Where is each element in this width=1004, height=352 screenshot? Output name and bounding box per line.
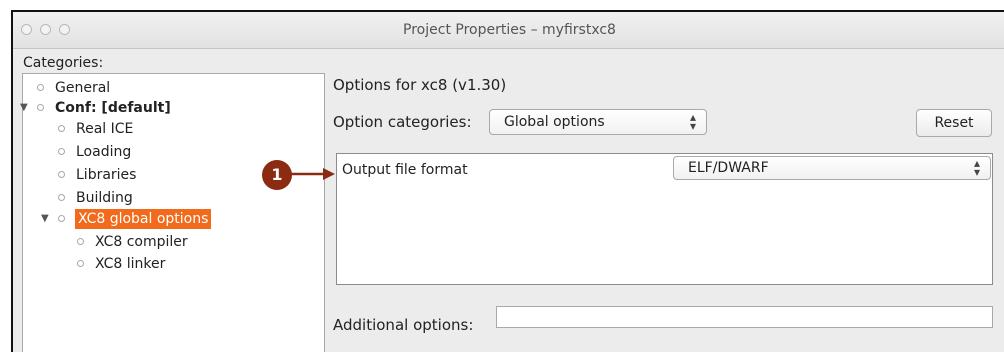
output-file-format-select[interactable]: ELF/DWARF ▴ ▾ [673, 156, 991, 180]
options-panel: Output file format ELF/DWARF ▴ ▾ [336, 153, 993, 285]
reset-button[interactable]: Reset [916, 109, 992, 137]
expanded-triangle-icon[interactable]: ▼ [20, 98, 28, 118]
node-bullet-icon [58, 215, 65, 222]
node-bullet-icon [77, 238, 84, 245]
project-properties-window: Project Properties – myfirstxc8 Categori… [11, 10, 1004, 352]
option-categories-value: Global options [504, 114, 605, 130]
additional-options-label: Additional options: [333, 316, 474, 334]
node-bullet-icon [58, 125, 65, 132]
callout-arrow-icon [289, 168, 335, 180]
output-file-format-label: Output file format [342, 162, 468, 178]
node-bullet-icon [58, 194, 65, 201]
option-categories-select[interactable]: Global options ▴ ▾ [489, 109, 707, 135]
title-bar: Project Properties – myfirstxc8 [13, 12, 1004, 49]
node-bullet-icon [58, 148, 65, 155]
option-categories-label: Option categories: [333, 113, 472, 131]
node-bullet-icon [37, 104, 44, 111]
stepper-arrows-icon: ▴ ▾ [689, 110, 696, 133]
options-title: Options for xc8 (v1.30) [333, 76, 507, 94]
categories-tree[interactable]: General ▼ Conf: [default] Real ICE Loadi… [20, 73, 325, 352]
node-bullet-icon [58, 171, 65, 178]
categories-label: Categories: [23, 55, 104, 71]
output-file-format-value: ELF/DWARF [688, 160, 769, 176]
expanded-triangle-icon[interactable]: ▼ [41, 209, 49, 229]
stepper-arrows-icon: ▴ ▾ [973, 156, 980, 179]
window-title: Project Properties – myfirstxc8 [403, 22, 616, 38]
selected-item-label: XC8 global options [75, 209, 212, 229]
callout-badge: 1 [262, 160, 292, 190]
additional-options-input[interactable] [496, 306, 993, 328]
node-bullet-icon [37, 84, 44, 91]
node-bullet-icon [77, 260, 84, 267]
